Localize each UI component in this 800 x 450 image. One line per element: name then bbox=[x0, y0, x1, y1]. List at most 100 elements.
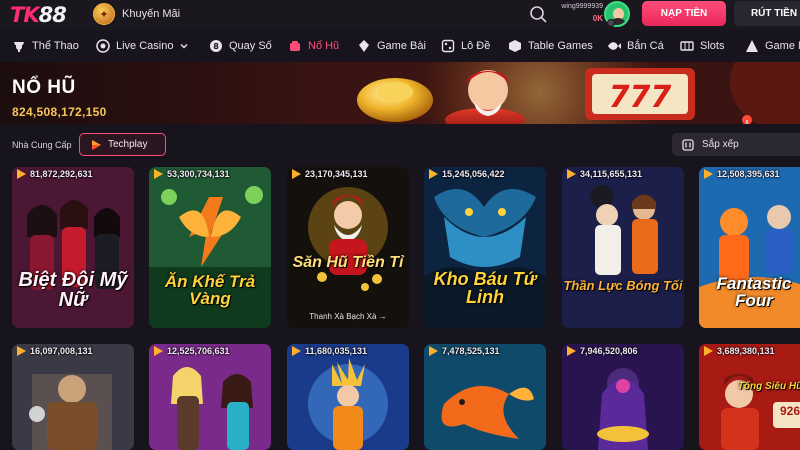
jackpot-amount: 53,300,734,131 bbox=[149, 167, 271, 181]
sort-button[interactable]: Sắp xếp bbox=[672, 133, 800, 156]
jackpot-amount: 11,680,035,131 bbox=[287, 344, 409, 358]
logo[interactable]: TK88 bbox=[10, 2, 80, 28]
promo-label: Khuyến Mãi bbox=[122, 8, 181, 20]
nav-item-game-bai[interactable]: Game Bài bbox=[357, 38, 426, 54]
techplay-icon bbox=[154, 346, 163, 356]
logo-text: TK88 bbox=[10, 3, 67, 27]
nav-item-the-thao[interactable]: Thể Thao bbox=[12, 38, 79, 54]
game-card[interactable]: 53,300,734,131 Ăn Khế Trả Vàng bbox=[149, 167, 271, 328]
game-card[interactable]: 34,115,655,131 Thần Lực Bóng Tối bbox=[562, 167, 684, 328]
techplay-icon bbox=[704, 346, 713, 356]
jackpot-amount: 15,245,056,422 bbox=[424, 167, 546, 181]
game-title: Fantastic Four bbox=[716, 274, 792, 310]
game-card[interactable]: 3,689,380,131 Tống Siêu Hũ 926 bbox=[699, 344, 800, 450]
jackpot-amount: 16,097,008,131 bbox=[12, 344, 134, 358]
game-title: Thần Lực Bóng Tối bbox=[563, 278, 683, 293]
game-icon bbox=[746, 40, 758, 52]
live-casino-icon bbox=[96, 39, 110, 53]
game-art bbox=[149, 344, 271, 450]
main-nav: Thể Thao Live Casino 8 Quay Số Nổ Hũ Gam… bbox=[0, 34, 800, 58]
techplay-icon bbox=[17, 169, 26, 179]
provider-chip-label: Techplay bbox=[108, 139, 148, 150]
deposit-button[interactable]: NẠP TIỀN bbox=[642, 1, 726, 26]
game-art bbox=[562, 167, 684, 328]
jackpot-amount: 81,872,292,631 bbox=[12, 167, 134, 181]
game-title: Kho Báu Tứ Linh bbox=[433, 269, 537, 307]
jackpot-amount: 7,946,520,806 bbox=[562, 344, 684, 358]
jackpot-amount: 3,689,380,131 bbox=[699, 344, 800, 358]
page: TK88 ✦ Khuyến Mãi wing9999939 0K NẠP TIỀ… bbox=[0, 0, 800, 450]
jackpot-amount: 12,525,706,631 bbox=[149, 344, 271, 358]
nav-item-live-casino[interactable]: Live Casino bbox=[96, 38, 189, 54]
game-art bbox=[424, 344, 546, 450]
jackpot-amount: 7,478,525,131 bbox=[424, 344, 546, 358]
game-art bbox=[12, 344, 134, 450]
game-card[interactable]: 23,170,345,131 Săn Hũ Tiền Tỉ Thanh Xà B… bbox=[287, 167, 409, 328]
jackpot-amount: 34,115,655,131 bbox=[562, 167, 684, 181]
nav-label: Quay Số bbox=[229, 40, 272, 52]
game-card[interactable]: 12,508,395,631 Fantastic Four bbox=[699, 167, 800, 328]
techplay-icon bbox=[154, 169, 163, 179]
techplay-icon bbox=[429, 169, 438, 179]
game-card[interactable]: 15,245,056,422 Kho Báu Tứ Linh bbox=[424, 167, 546, 328]
techplay-icon bbox=[292, 169, 301, 179]
svg-text:8: 8 bbox=[213, 42, 219, 51]
game-card[interactable]: 16,097,008,131 bbox=[12, 344, 134, 450]
nav-label: Nổ Hũ bbox=[308, 40, 340, 52]
techplay-icon bbox=[567, 346, 576, 356]
nav-label: Thể Thao bbox=[32, 40, 79, 52]
jackpot-amount: 23,170,345,131 bbox=[287, 167, 409, 181]
nav-item-slots[interactable]: Slots bbox=[680, 38, 724, 54]
sports-icon bbox=[14, 42, 24, 52]
game-card[interactable]: 7,946,520,806 bbox=[562, 344, 684, 450]
game-card[interactable]: 12,525,706,631 bbox=[149, 344, 271, 450]
total-jackpot: 824,508,172,150 bbox=[12, 105, 107, 119]
chevron-down-icon[interactable] bbox=[607, 19, 615, 27]
game-badge: 926 bbox=[779, 404, 800, 418]
withdraw-button[interactable]: RÚT TIỀN bbox=[734, 1, 800, 26]
search-icon[interactable] bbox=[529, 5, 547, 23]
provider-label: Nhà Cung Cấp bbox=[12, 140, 72, 150]
nav-item-ban-ca[interactable]: Bắn Cá bbox=[607, 38, 664, 54]
nav-label: Lô Đề bbox=[461, 40, 491, 52]
game-title: Biệt Đội Mỹ Nữ bbox=[18, 269, 128, 311]
gift-icon: ✦ bbox=[93, 3, 115, 25]
techplay-icon bbox=[292, 346, 301, 356]
promo-link[interactable]: ✦ Khuyến Mãi bbox=[93, 3, 180, 25]
nav-item-no-hu[interactable]: Nổ Hũ bbox=[288, 38, 339, 54]
nav-label: Bắn Cá bbox=[627, 40, 664, 52]
slot-jar-icon bbox=[290, 41, 300, 51]
game-art bbox=[699, 344, 800, 450]
techplay-icon bbox=[429, 346, 438, 356]
sort-icon bbox=[682, 138, 694, 151]
page-title: NỔ HŨ bbox=[12, 77, 76, 98]
techplay-icon bbox=[567, 169, 576, 179]
fish-icon bbox=[608, 42, 621, 50]
nav-item-lo-de[interactable]: Lô Đề bbox=[441, 38, 490, 54]
card-game-icon bbox=[359, 40, 369, 52]
game-title: Tống Siêu Hũ bbox=[737, 381, 800, 392]
nav-label: Table Games bbox=[528, 40, 593, 52]
nav-item-game-n[interactable]: Game N bbox=[745, 38, 800, 54]
game-card[interactable]: 11,680,035,131 bbox=[287, 344, 409, 450]
balance: 0K bbox=[592, 14, 603, 23]
game-art bbox=[287, 167, 409, 328]
game-card[interactable]: 81,872,292,631 Biệt Đội Mỹ Nữ bbox=[12, 167, 134, 328]
slots-icon bbox=[680, 41, 694, 51]
game-card[interactable]: 7,478,525,131 bbox=[424, 344, 546, 450]
provider-chip-techplay[interactable]: Techplay bbox=[79, 133, 166, 156]
game-title: Ăn Khế Trả Vàng bbox=[164, 272, 256, 308]
nav-item-table-games[interactable]: Table Games bbox=[508, 38, 593, 54]
nav-item-quay-so[interactable]: 8 Quay Số bbox=[209, 38, 272, 54]
game-subtitle[interactable]: Thanh Xà Bạch Xà → bbox=[287, 312, 409, 321]
hero-banner: 777 NỔ HŨ 824,508,172,150 bbox=[0, 62, 800, 124]
game-art bbox=[287, 344, 409, 450]
techplay-icon bbox=[92, 139, 101, 150]
game-title: Săn Hũ Tiền Tỉ bbox=[292, 254, 404, 271]
nav-label: Game N bbox=[765, 40, 800, 52]
sort-label: Sắp xếp bbox=[702, 139, 739, 150]
lo-de-icon bbox=[441, 39, 455, 53]
techplay-icon bbox=[704, 169, 713, 179]
top-bar: TK88 ✦ Khuyến Mãi wing9999939 0K NẠP TIỀ… bbox=[0, 0, 800, 30]
svg-text:777: 777 bbox=[609, 80, 672, 115]
